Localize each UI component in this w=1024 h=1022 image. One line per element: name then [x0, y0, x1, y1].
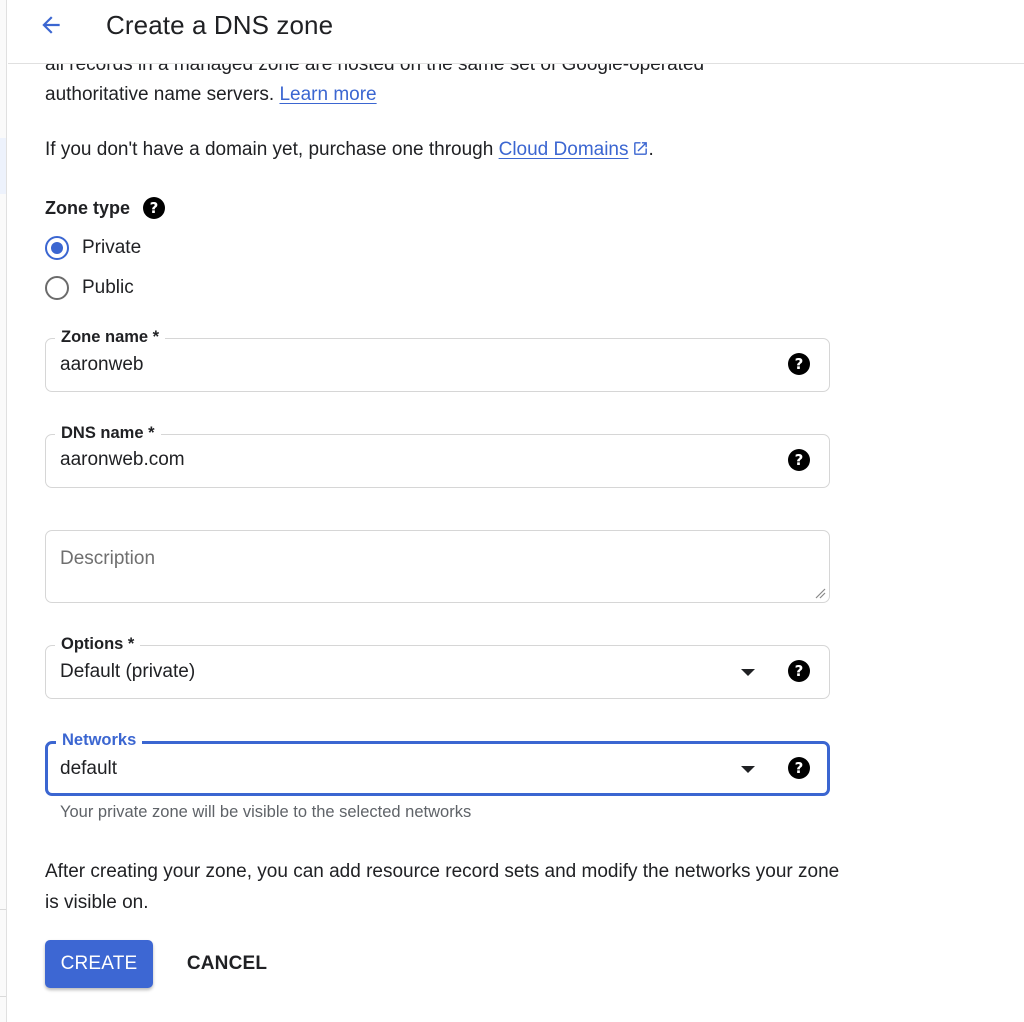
help-icon[interactable]: ?: [143, 197, 166, 219]
radio-label-public: Public: [82, 277, 134, 298]
arrow-back-icon: [42, 16, 60, 34]
purchase-text-prefix: If you don't have a domain yet, purchase…: [45, 139, 494, 160]
dns-name-field[interactable]: DNS name * aaronweb.com ?: [45, 423, 830, 488]
help-icon[interactable]: ?: [788, 660, 810, 682]
intro-text-prefix: authoritative name servers.: [45, 84, 275, 105]
radio-button-checked[interactable]: [45, 236, 69, 260]
options-label: Options *: [55, 634, 141, 654]
page-header: Create a DNS zone: [8, 0, 1024, 64]
purchase-text: If you don't have a domain yet, purchase…: [45, 138, 654, 162]
description-input[interactable]: Description: [60, 547, 155, 571]
help-icon[interactable]: ?: [788, 353, 810, 375]
dropdown-arrow-icon[interactable]: [741, 766, 755, 773]
left-nav-active-item[interactable]: [0, 138, 6, 194]
cloud-domains-label: Cloud Domains: [498, 139, 629, 160]
dns-name-input[interactable]: aaronweb.com: [60, 448, 185, 472]
zone-name-label: Zone name *: [55, 327, 166, 347]
after-create-text: After creating your zone, you can add re…: [45, 861, 840, 913]
learn-more-link[interactable]: Learn more: [279, 84, 376, 105]
help-icon[interactable]: ?: [788, 449, 810, 471]
back-button[interactable]: [38, 12, 64, 38]
help-icon[interactable]: ?: [788, 757, 810, 779]
intro-text: authoritative name servers. Learn more: [45, 83, 377, 107]
dns-name-label: DNS name *: [55, 423, 161, 443]
create-button[interactable]: CREATE: [45, 940, 153, 988]
radio-label-private: Private: [82, 237, 142, 258]
networks-select[interactable]: Networks default ?: [45, 730, 830, 796]
left-nav-divider: [0, 909, 6, 910]
zone-name-field[interactable]: Zone name * aaronweb ?: [45, 327, 830, 392]
zone-name-input[interactable]: aaronweb: [60, 353, 143, 377]
zone-type-label: Zone type ?: [45, 197, 166, 219]
zone-type-label-text: Zone type: [45, 197, 131, 218]
left-nav-divider: [0, 996, 6, 997]
networks-value: default: [60, 758, 118, 779]
radio-button-unchecked[interactable]: [45, 276, 69, 300]
options-value: Default (private): [60, 661, 196, 682]
left-nav-rail: [0, 0, 7, 1022]
purchase-text-suffix: .: [648, 139, 654, 160]
resize-grip-icon[interactable]: [814, 587, 826, 599]
cancel-button[interactable]: CANCEL: [175, 940, 279, 988]
page-title: Create a DNS zone: [106, 10, 334, 40]
description-field[interactable]: Description: [45, 530, 830, 603]
dropdown-arrow-icon[interactable]: [741, 669, 755, 676]
networks-label: Networks: [56, 730, 143, 750]
radio-public[interactable]: Public: [45, 276, 134, 300]
options-select[interactable]: Options * Default (private) ?: [45, 634, 830, 699]
radio-private[interactable]: Private: [45, 236, 141, 260]
cloud-domains-link[interactable]: Cloud Domains: [499, 139, 629, 160]
networks-hint: Your private zone will be visible to the…: [60, 803, 472, 821]
open-in-new-icon[interactable]: [632, 140, 649, 157]
